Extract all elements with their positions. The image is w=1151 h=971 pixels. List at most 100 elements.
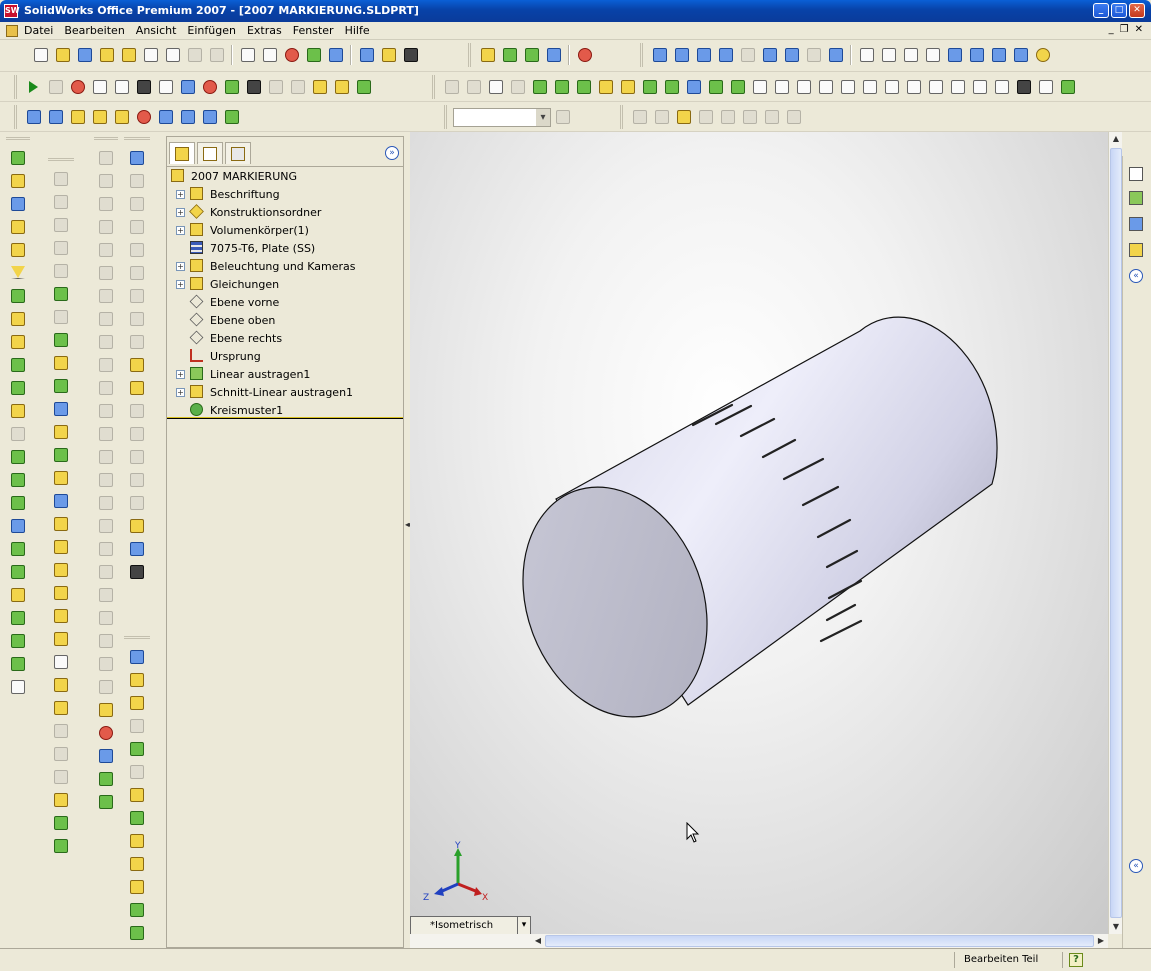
sketch-tool-22-icon[interactable]	[96, 629, 117, 652]
filter-surface-finish-icon[interactable]	[793, 77, 814, 98]
filter-axes-icon[interactable]	[639, 77, 660, 98]
filter-geometric-tolerance-icon[interactable]	[815, 77, 836, 98]
tree-item-linear-austragen[interactable]: + Linear austragen1	[167, 365, 403, 383]
filter-datum-icon[interactable]	[859, 77, 880, 98]
menu-fenster[interactable]: Fenster	[293, 24, 334, 37]
help-icon[interactable]: ?	[1069, 953, 1083, 967]
pause-macro-icon[interactable]	[67, 77, 88, 98]
draft-icon[interactable]	[8, 376, 29, 399]
filter-planes-icon[interactable]	[661, 77, 682, 98]
new-macro-icon[interactable]	[89, 77, 110, 98]
measure-icon[interactable]	[177, 77, 198, 98]
sketch-tool-5-icon[interactable]	[96, 238, 117, 261]
sheetmetal-tool-8-icon[interactable]	[127, 307, 148, 330]
section-properties-icon[interactable]	[89, 107, 110, 128]
shaded-icon[interactable]	[944, 45, 965, 66]
sketch-tool-29-icon[interactable]	[96, 790, 117, 813]
sheetmetal-tool-3-icon[interactable]	[127, 192, 148, 215]
annotation-tool-3-icon[interactable]	[673, 107, 694, 128]
surface-tool-28-icon[interactable]	[51, 788, 72, 811]
sheetmetal-tool-12-icon[interactable]	[127, 399, 148, 422]
redo-icon[interactable]	[206, 45, 227, 66]
new-document-icon[interactable]	[30, 45, 51, 66]
sketch-tool-12-icon[interactable]	[96, 399, 117, 422]
revolved-cut-icon[interactable]	[8, 261, 29, 284]
realview-icon[interactable]	[1032, 45, 1053, 66]
scroll-left-icon[interactable]: ◀	[531, 934, 545, 948]
sketch-tool-19-icon[interactable]	[96, 560, 117, 583]
expand-toggle-icon[interactable]: +	[176, 208, 185, 217]
shaded-with-edges-icon[interactable]	[922, 45, 943, 66]
annotation-tool-7-icon[interactable]	[761, 107, 782, 128]
point-vertical-icon[interactable]	[8, 652, 29, 675]
record-macro-icon[interactable]	[574, 45, 595, 66]
filter-sketch-lines-icon[interactable]	[683, 77, 704, 98]
layer-properties-icon[interactable]	[552, 107, 573, 128]
open-icon[interactable]	[52, 45, 73, 66]
tab-featuremanager[interactable]	[169, 142, 195, 164]
menu-bearbeiten[interactable]: Bearbeiten	[64, 24, 124, 37]
sketch-tool-6-icon[interactable]	[96, 261, 117, 284]
perspective-icon[interactable]	[1010, 45, 1031, 66]
scroll-right-icon[interactable]: ▶	[1094, 934, 1108, 948]
feature-statistics-icon[interactable]	[221, 107, 242, 128]
hole-wizard-icon[interactable]	[8, 399, 29, 422]
tree-item-konstruktionsordner[interactable]: + Konstruktionsordner	[167, 203, 403, 221]
weldment-tool-11-icon[interactable]	[127, 875, 148, 898]
doc-minimize-icon[interactable]: _	[1109, 24, 1114, 35]
weldment-tool-9-icon[interactable]	[127, 829, 148, 852]
vertical-scroll-thumb[interactable]	[1110, 148, 1122, 918]
sketch-tool-14-icon[interactable]	[96, 445, 117, 468]
sketch-tool-10-icon[interactable]	[96, 353, 117, 376]
surface-tool-24-icon[interactable]	[51, 696, 72, 719]
collapse-taskpane-icon[interactable]: «	[1126, 266, 1146, 286]
surface-tool-18-icon[interactable]	[51, 558, 72, 581]
sketch-tool-23-icon[interactable]	[96, 652, 117, 675]
shadows-icon[interactable]	[966, 45, 987, 66]
sketch-tool-9-icon[interactable]	[96, 330, 117, 353]
tree-item-ebene-vorne[interactable]: Ebene vorne	[167, 293, 403, 311]
surface-tool-5-icon[interactable]	[51, 259, 72, 282]
surface-tool-10-icon[interactable]	[51, 374, 72, 397]
sketch-tool-1-icon[interactable]	[96, 146, 117, 169]
sheetmetal-tool-17-icon[interactable]	[127, 514, 148, 537]
tree-item-schnitt-linear-austragen[interactable]: + Schnitt-Linear austragen1	[167, 383, 403, 401]
filter-center-line-icon[interactable]	[749, 77, 770, 98]
plane-tool-icon[interactable]	[477, 45, 498, 66]
stop-macro-icon[interactable]	[45, 77, 66, 98]
edit-macro-icon[interactable]	[111, 77, 132, 98]
menu-hilfe[interactable]: Hilfe	[345, 24, 370, 37]
collapse-taskpane-bottom-icon[interactable]: «	[1126, 856, 1146, 876]
rib-icon[interactable]	[8, 330, 29, 353]
expand-toggle-icon[interactable]: +	[176, 190, 185, 199]
annotation-tool-6-icon[interactable]	[739, 107, 760, 128]
view-orientation-dropdown[interactable]: *Isometrisch	[410, 916, 531, 935]
filter-hole-icon[interactable]	[1035, 77, 1056, 98]
coordinate-vertical-icon[interactable]	[8, 629, 29, 652]
sheetmetal-tool-4-icon[interactable]	[127, 215, 148, 238]
sketch-tool-20-icon[interactable]	[96, 583, 117, 606]
sketch-tool-15-icon[interactable]	[96, 468, 117, 491]
expand-toggle-icon[interactable]: +	[176, 262, 185, 271]
filter-sketch-points-icon[interactable]	[705, 77, 726, 98]
sketch-tool-27-icon[interactable]	[96, 744, 117, 767]
sheetmetal-tool-6-icon[interactable]	[127, 261, 148, 284]
toolbox-icon[interactable]	[199, 77, 220, 98]
import-diagnostics-icon[interactable]	[199, 107, 220, 128]
surface-tool-6-icon[interactable]	[51, 282, 72, 305]
scroll-up-icon[interactable]: ▲	[1109, 132, 1123, 146]
section-view-icon[interactable]	[988, 45, 1009, 66]
surface-tool-17-icon[interactable]	[51, 535, 72, 558]
tree-item-volumenkoerper[interactable]: + Volumenkörper(1)	[167, 221, 403, 239]
surface-tool-25-icon[interactable]	[51, 719, 72, 742]
pattern-tool-icon[interactable]	[8, 468, 29, 491]
surface-tool-13-icon[interactable]	[51, 443, 72, 466]
doc-close-icon[interactable]: ✕	[1135, 24, 1143, 35]
annotation-tool-4-icon[interactable]	[695, 107, 716, 128]
sheetmetal-tool-9-icon[interactable]	[127, 330, 148, 353]
tree-root[interactable]: 2007 MARKIERUNG	[167, 167, 403, 185]
assembly-tool-4-icon[interactable]	[331, 77, 352, 98]
chamfer-icon[interactable]	[8, 307, 29, 330]
sketch-tool-21-icon[interactable]	[96, 606, 117, 629]
surface-tool-30-icon[interactable]	[51, 834, 72, 857]
